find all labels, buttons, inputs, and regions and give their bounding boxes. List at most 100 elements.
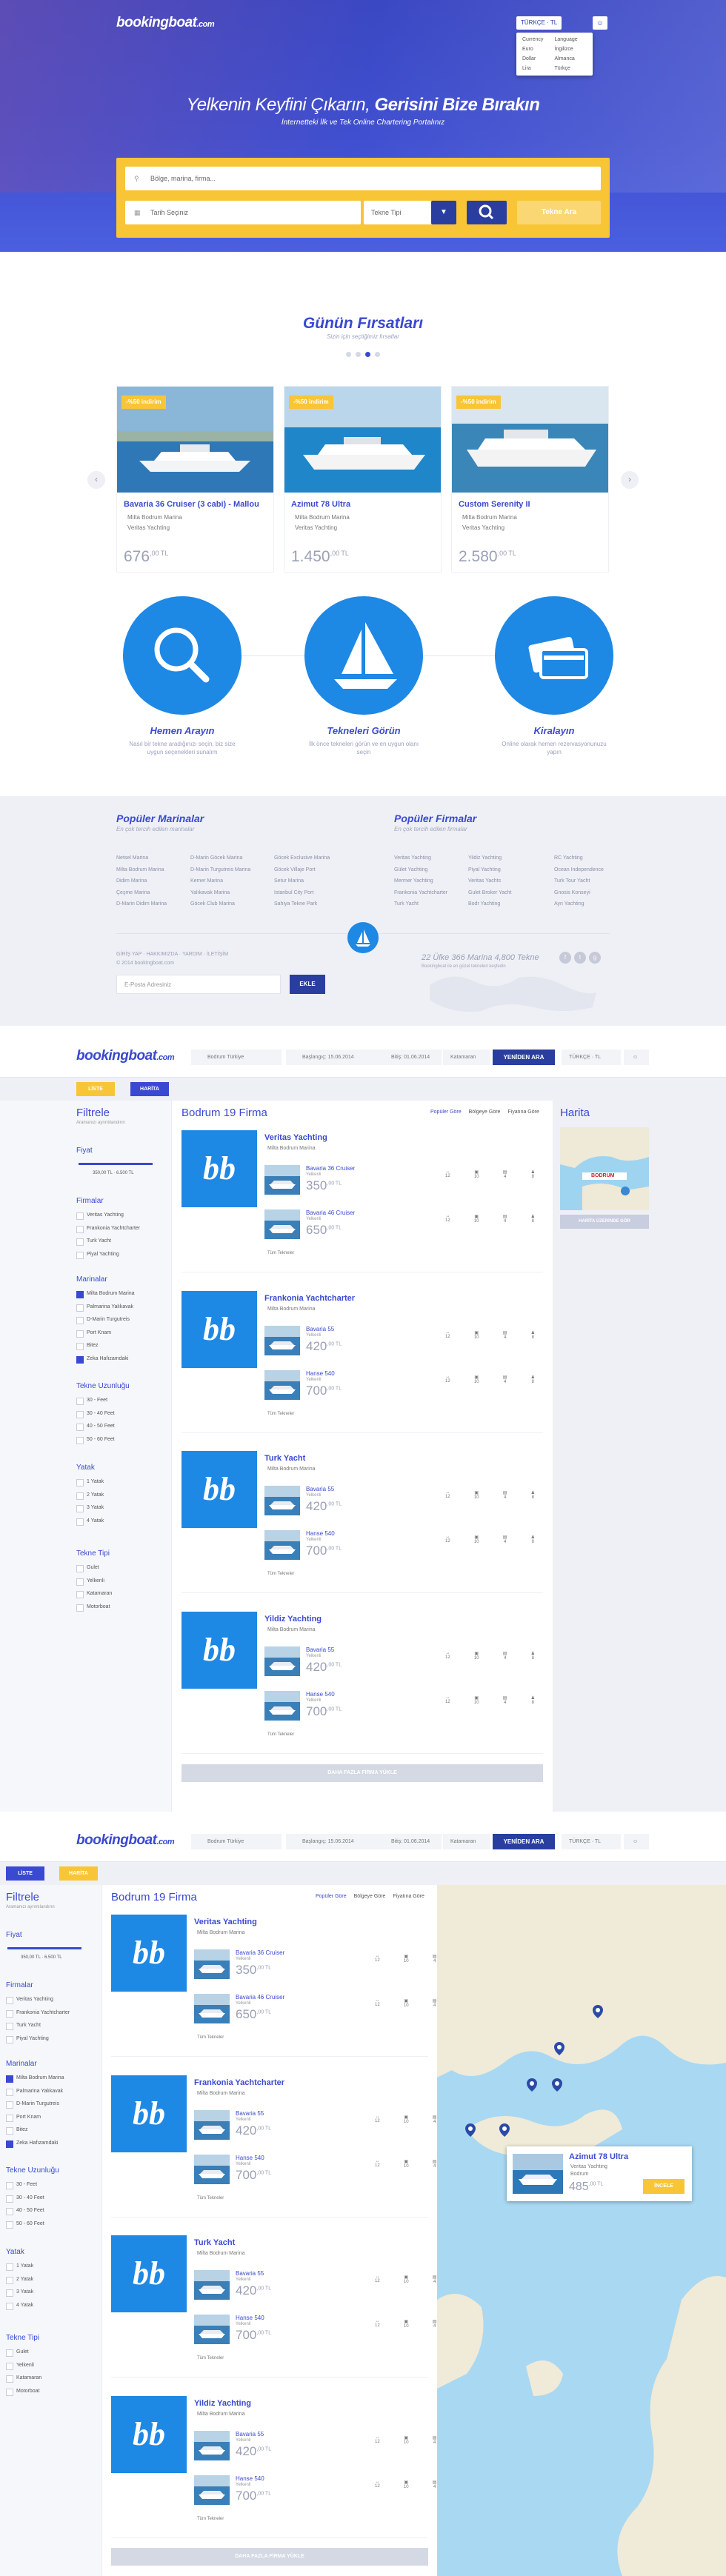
boat-name[interactable]: Bavaria 46 Cruiser bbox=[306, 1209, 355, 1216]
marina-link[interactable]: Didim Marina bbox=[116, 875, 167, 887]
company-name[interactable]: Turk Yacht bbox=[264, 1454, 305, 1463]
lang-option[interactable]: Language bbox=[555, 37, 587, 42]
marina-checkbox[interactable]: D-Marin Turgutreis bbox=[76, 1313, 135, 1327]
length-checkbox[interactable]: 40 - 50 Feet bbox=[6, 2204, 44, 2218]
company-name[interactable]: Yildiz Yachting bbox=[194, 2399, 251, 2408]
carousel-dot[interactable] bbox=[375, 352, 380, 357]
type-checkbox[interactable]: Yelkenli bbox=[6, 2359, 41, 2372]
chevron-right-icon[interactable]: › bbox=[621, 471, 639, 489]
logo[interactable]: bookingboat.com bbox=[76, 1832, 175, 1849]
all-boats-link[interactable]: Tüm Tekneler bbox=[197, 2196, 224, 2200]
firm-link[interactable]: Gulet Broker Yacht bbox=[468, 887, 512, 899]
boat-type-select[interactable]: Katamaran bbox=[443, 1834, 490, 1849]
all-boats-link[interactable]: Tüm Tekneler bbox=[267, 1412, 294, 1416]
boat-row[interactable]: Bavaria 46 Cruiser Yelkenli 650,00 TL ↔ 1… bbox=[264, 1207, 564, 1242]
company-card[interactable]: bb Turk Yacht Milta Bodrum Marina Bavari… bbox=[182, 1447, 564, 1593]
start-date-input[interactable]: Başlangıç: 15.06.2014 bbox=[286, 1050, 375, 1065]
marina-checkbox[interactable]: Port Knam bbox=[6, 2111, 64, 2124]
firm-link[interactable]: Ocean Independence bbox=[554, 864, 604, 876]
footer-links[interactable]: GİRİŞ YAP · HAKKIMIZDA · YARDIM · İLETİŞ… bbox=[116, 952, 228, 957]
company-logo[interactable]: bb bbox=[182, 1451, 257, 1528]
length-checkbox[interactable]: 50 - 60 Feet bbox=[6, 2218, 44, 2231]
boat-row[interactable]: Bavaria 55 Yelkenli 420,00 TL ↔ 12 ▣ 10 ▤ 4… bbox=[264, 1323, 564, 1358]
sort-option[interactable]: Fiyatına Göre bbox=[507, 1110, 539, 1115]
marina-link[interactable]: D-Marin Turgutreis Marina bbox=[190, 864, 250, 876]
firm-checkbox[interactable]: Veritas Yachting bbox=[6, 1993, 70, 2006]
length-checkbox[interactable]: 30 - 40 Feet bbox=[6, 2192, 44, 2205]
chevron-left-icon[interactable]: ‹ bbox=[87, 471, 105, 489]
deal-card[interactable]: -%50 indirim Azimut 78 Ultra Milta Bodru… bbox=[284, 386, 442, 573]
map-view[interactable] bbox=[437, 1885, 726, 2576]
company-logo[interactable]: bb bbox=[111, 1915, 187, 1992]
firm-link[interactable]: Ayn Yachting bbox=[554, 898, 604, 910]
length-checkbox[interactable]: 40 - 50 Feet bbox=[76, 1420, 115, 1433]
date-input[interactable]: ▦ Tarih Seçiniz bbox=[125, 201, 361, 224]
firm-link[interactable]: Yildiz Yachting bbox=[468, 852, 512, 864]
list-view-toggle[interactable]: LİSTE bbox=[76, 1082, 115, 1096]
company-card[interactable]: bb Turk Yacht Milta Bodrum Marina Bavari… bbox=[111, 2232, 493, 2378]
price-slider[interactable] bbox=[7, 1947, 81, 1949]
company-card[interactable]: bb Veritas Yachting Milta Bodrum Marina … bbox=[182, 1127, 564, 1272]
boat-type-select[interactable]: Katamaran bbox=[443, 1050, 490, 1065]
facebook-icon[interactable]: f bbox=[559, 952, 571, 964]
price-slider[interactable] bbox=[79, 1163, 153, 1165]
logo[interactable]: bookingboat.com bbox=[116, 15, 215, 31]
firm-link[interactable]: Turk Yacht bbox=[394, 898, 447, 910]
chevron-down-icon[interactable]: ▼ bbox=[431, 201, 456, 224]
marina-link[interactable]: Kemer Marina bbox=[190, 875, 250, 887]
carousel-dot-active[interactable] bbox=[365, 352, 370, 357]
map-pin-icon[interactable] bbox=[593, 2005, 603, 2018]
end-date-input[interactable]: Bitiş: 01.06.2014 bbox=[375, 1834, 442, 1849]
cabin-checkbox[interactable]: 3 Yatak bbox=[6, 2286, 33, 2299]
lang-option[interactable]: İngilizce bbox=[555, 47, 587, 52]
boat-name[interactable]: Bavaria 55 bbox=[236, 2270, 264, 2277]
lang-option[interactable]: Euro bbox=[522, 47, 555, 52]
sort-option[interactable]: Popüler Göre bbox=[430, 1110, 462, 1115]
cabin-checkbox[interactable]: 4 Yatak bbox=[76, 1515, 104, 1528]
map-view-toggle[interactable]: HARİTA bbox=[130, 1082, 169, 1096]
marina-link[interactable]: Göcek Villaje Port bbox=[274, 864, 330, 876]
firm-link[interactable]: Veritas Yachts bbox=[468, 875, 512, 887]
company-logo[interactable]: bb bbox=[111, 2396, 187, 2473]
cabin-checkbox[interactable]: 1 Yatak bbox=[76, 1475, 104, 1489]
marina-link[interactable]: Göcek Exclusive Marina bbox=[274, 852, 330, 864]
firm-link[interactable]: Turk Tour Yacht bbox=[554, 875, 604, 887]
boat-name[interactable]: Hanse 540 bbox=[236, 2475, 264, 2482]
type-checkbox[interactable]: Motorboat bbox=[76, 1601, 112, 1614]
marina-checkbox[interactable]: Palmarina Yalıkavak bbox=[76, 1301, 135, 1314]
lang-option[interactable]: Dollar bbox=[522, 56, 555, 61]
list-view-toggle[interactable]: LİSTE bbox=[6, 1866, 44, 1881]
type-checkbox[interactable]: Katamaran bbox=[6, 2372, 41, 2385]
boat-row[interactable]: Hanse 540 Yelkenli 700,00 TL ↔ 12 ▣ 10 ▤ 4 … bbox=[264, 1527, 564, 1563]
firm-link[interactable]: Veritas Yachting bbox=[394, 852, 447, 864]
start-date-input[interactable]: Başlangıç: 15.06.2014 bbox=[286, 1834, 375, 1849]
boat-name[interactable]: Hanse 540 bbox=[236, 2155, 264, 2161]
view-on-map-button[interactable]: HARİTA ÜZERİNDE GÖR bbox=[560, 1215, 649, 1229]
firm-link[interactable]: Bodr Yachting bbox=[468, 898, 512, 910]
marina-checkbox[interactable]: Zeka Hafızamdaki bbox=[76, 1352, 135, 1366]
type-checkbox[interactable]: Gulet bbox=[76, 1561, 112, 1575]
company-logo[interactable]: bb bbox=[111, 2075, 187, 2152]
boat-row[interactable]: Bavaria 55 Yelkenli 420,00 TL ↔ 12 ▣ 10 ▤ 4… bbox=[264, 1644, 564, 1679]
company-logo[interactable]: bb bbox=[111, 2235, 187, 2312]
company-card[interactable]: bb Yildiz Yachting Milta Bodrum Marina B… bbox=[111, 2392, 493, 2538]
company-name[interactable]: Frankonia Yachtcharter bbox=[264, 1294, 355, 1303]
boat-row[interactable]: Bavaria 36 Cruiser Yelkenli 350,00 TL ↔ 1… bbox=[264, 1162, 564, 1198]
boat-name[interactable]: Hanse 540 bbox=[236, 2315, 264, 2321]
boat-row[interactable]: Hanse 540 Yelkenli 700,00 TL ↔ 12 ▣ 10 ▤ 4 … bbox=[264, 1688, 564, 1724]
region-input[interactable]: Bodrum Türkiye bbox=[191, 1050, 282, 1065]
marina-checkbox[interactable]: Milta Bodrum Marina bbox=[6, 2072, 64, 2085]
search-again-button[interactable]: YENİDEN ARA bbox=[493, 1050, 555, 1065]
deal-name[interactable]: Bavaria 36 Cruiser (3 cabi) - Mallou bbox=[124, 500, 259, 509]
language-selector[interactable]: TÜRKÇE · TL bbox=[516, 16, 562, 30]
boat-row[interactable]: Hanse 540 Yelkenli 700,00 TL ↔ 12 ▣ 10 ▤ 4 … bbox=[264, 1367, 564, 1403]
firm-link[interactable]: RC Yachting bbox=[554, 852, 604, 864]
marina-checkbox[interactable]: Bitez bbox=[6, 2123, 64, 2137]
length-checkbox[interactable]: 30 - 40 Feet bbox=[76, 1407, 115, 1421]
load-more-button[interactable]: DAHA FAZLA FİRMA YÜKLE bbox=[182, 1764, 543, 1782]
firm-checkbox[interactable]: Turk Yacht bbox=[6, 2019, 70, 2032]
sort-option[interactable]: Bölgeye Göre bbox=[354, 1894, 386, 1899]
boat-name[interactable]: Hanse 540 bbox=[306, 1691, 335, 1698]
load-more-button[interactable]: DAHA FAZLA FİRMA YÜKLE bbox=[111, 2548, 428, 2566]
user-icon[interactable]: ☺ bbox=[624, 1050, 649, 1065]
